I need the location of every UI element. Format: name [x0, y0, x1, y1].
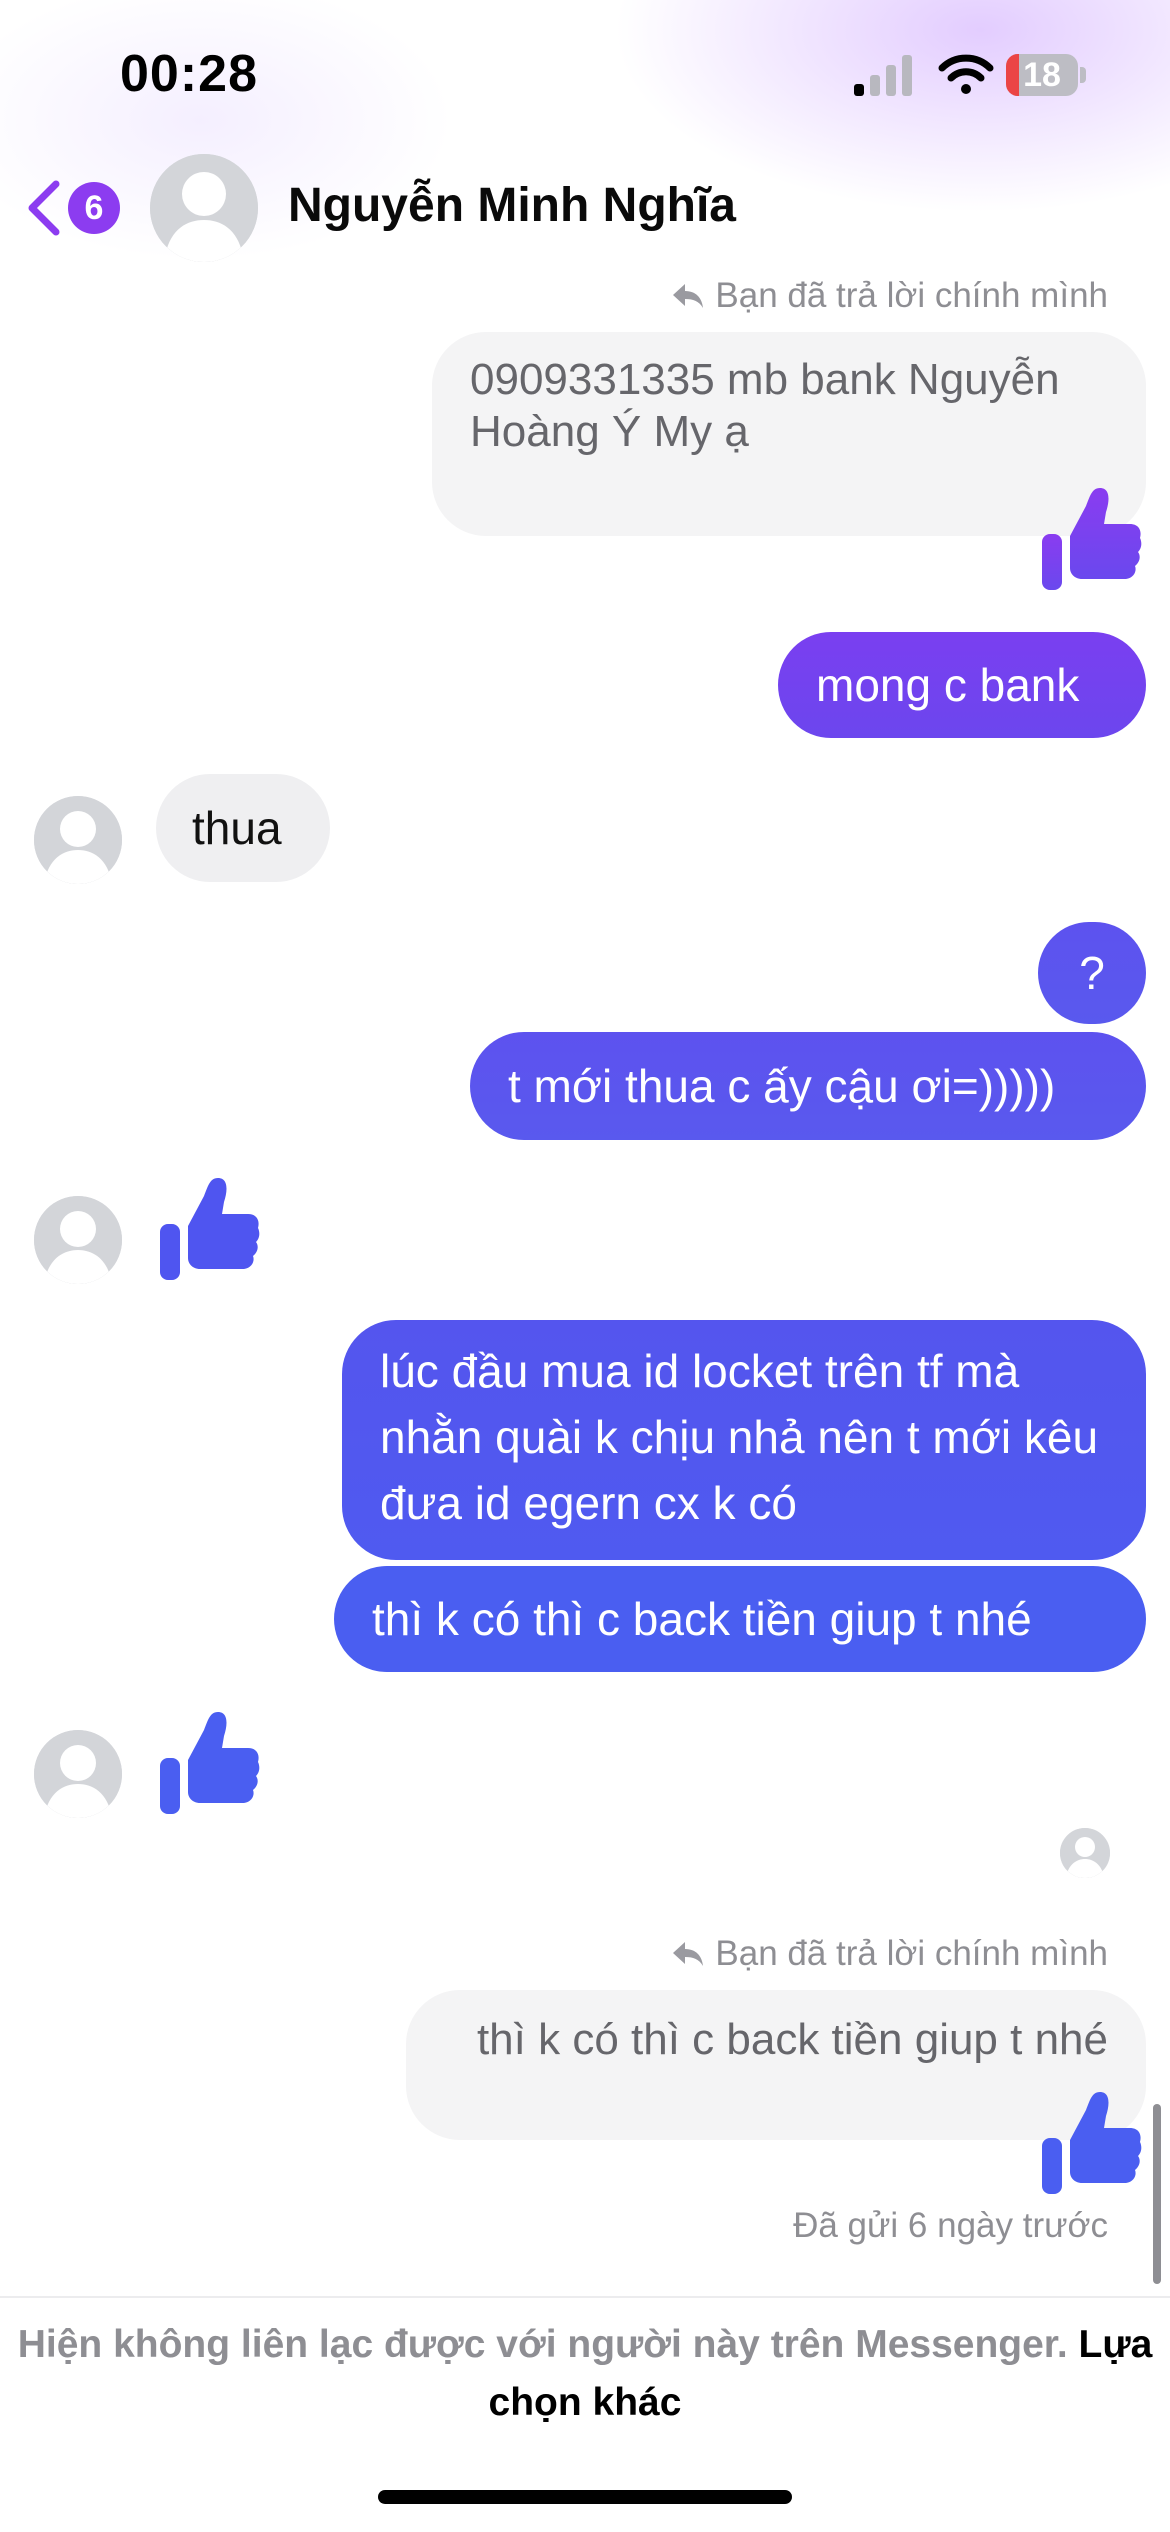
outgoing-message[interactable]: lúc đầu mua id locket trên tf mà nhằn qu… [342, 1320, 1146, 1560]
unavailable-notice: Hiện không liên lạc được với người này t… [0, 2316, 1170, 2432]
footer-divider [0, 2296, 1170, 2298]
seen-avatar [1060, 1828, 1110, 1878]
outgoing-message[interactable]: mong c bank [778, 632, 1146, 738]
avatar-placeholder-icon [34, 796, 122, 884]
signal-icon [854, 55, 912, 96]
outgoing-message[interactable]: t mới thua c ấy cậu ơi=))))) [470, 1032, 1146, 1140]
back-button[interactable]: 6 [24, 172, 124, 242]
thumbs-up-icon[interactable] [156, 1708, 262, 1818]
avatar-placeholder-icon [150, 154, 258, 262]
reply-arrow-icon [673, 284, 704, 308]
reply-note: Bạn đã trả lời chính mình [671, 1934, 1108, 1974]
home-indicator[interactable] [378, 2490, 792, 2504]
outgoing-message[interactable]: thì k có thì c back tiền giup t nhé [334, 1566, 1146, 1672]
quoted-message[interactable]: thì k có thì c back tiền giup t nhé [406, 1990, 1146, 2140]
reply-note: Bạn đã trả lời chính mình [671, 276, 1108, 316]
unread-count-badge: 6 [68, 182, 120, 234]
avatar-placeholder-icon [1060, 1828, 1110, 1878]
sender-avatar[interactable] [34, 1196, 122, 1284]
contact-avatar[interactable] [150, 154, 258, 262]
sender-avatar[interactable] [34, 1730, 122, 1818]
reply-arrow-icon [673, 1942, 704, 1966]
thumbs-up-icon[interactable] [1038, 484, 1144, 594]
outgoing-message[interactable]: ? [1038, 922, 1146, 1024]
sender-avatar[interactable] [34, 796, 122, 884]
battery-level: 18 [1023, 56, 1061, 94]
sent-status: Đã gửi 6 ngày trước [793, 2206, 1108, 2245]
thumbs-up-icon[interactable] [156, 1174, 262, 1284]
wifi-icon [938, 54, 994, 94]
avatar-placeholder-icon [34, 1196, 122, 1284]
chevron-left-icon [28, 180, 60, 236]
status-time: 00:28 [120, 45, 258, 103]
battery-icon: 18 [1006, 54, 1086, 96]
notice-text: Hiện không liên lạc được với người này t… [17, 2323, 1068, 2366]
incoming-message[interactable]: thua [156, 774, 330, 882]
contact-name[interactable]: Nguyễn Minh Nghĩa [288, 178, 736, 233]
scrollbar[interactable] [1153, 2104, 1161, 2284]
thumbs-up-icon[interactable] [1038, 2088, 1144, 2198]
avatar-placeholder-icon [34, 1730, 122, 1818]
